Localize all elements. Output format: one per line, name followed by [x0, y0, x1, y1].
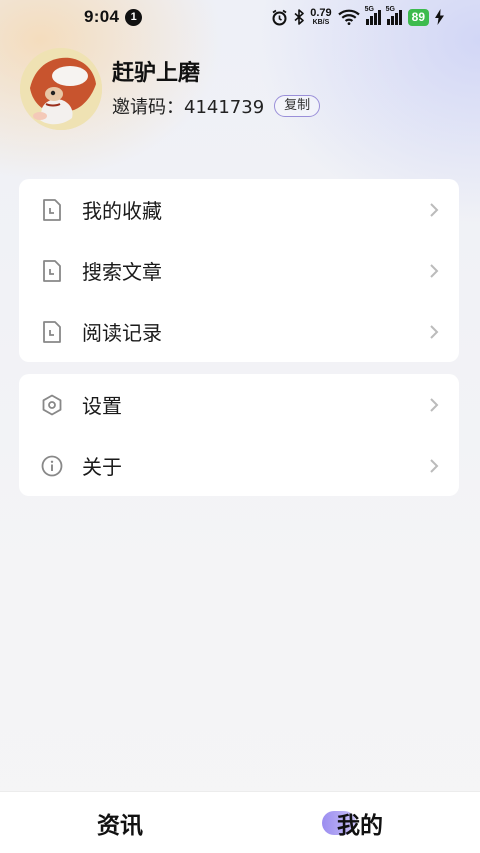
- menu-item-reading-history[interactable]: 阅读记录: [19, 301, 459, 362]
- net-speed: 0.79 KB/S: [310, 7, 332, 27]
- tab-mine[interactable]: 我的: [240, 806, 480, 840]
- net-speed-unit: KB/S: [312, 19, 330, 26]
- status-left: 9:04 1: [84, 7, 143, 27]
- tab-label: 资讯: [97, 812, 143, 839]
- signal-icon: 5G: [364, 6, 381, 25]
- avatar[interactable]: [20, 48, 102, 130]
- menu-label: 关于: [82, 455, 122, 479]
- copy-button[interactable]: 复制: [274, 95, 321, 117]
- invite-code: 邀请码：4141739: [112, 97, 265, 118]
- profile-info: 赶驴上磨 邀请码：4141739 复制: [112, 59, 321, 119]
- charging-icon: [435, 9, 444, 25]
- menu-card-settings: 设置 关于: [19, 374, 459, 496]
- signal-icon: 5G: [385, 6, 402, 25]
- chevron-right-icon: [429, 263, 439, 279]
- menu-item-settings[interactable]: 设置: [19, 374, 459, 435]
- tab-label: 我的: [337, 812, 383, 839]
- status-bar: 9:04 1 0.79 KB/S 5G 5G 89: [0, 0, 480, 34]
- document-icon: [41, 320, 63, 343]
- status-right: 0.79 KB/S 5G 5G 89: [271, 6, 444, 27]
- menu-item-search-articles[interactable]: 搜索文章: [19, 240, 459, 301]
- menu-label: 阅读记录: [82, 321, 162, 345]
- signal-1-tag: 5G: [364, 6, 374, 13]
- bottom-tab-bar: 资讯 我的: [0, 791, 480, 853]
- menu-label: 设置: [82, 394, 122, 418]
- chevron-right-icon: [429, 324, 439, 340]
- document-icon: [41, 198, 63, 221]
- net-speed-value: 0.79: [310, 7, 332, 19]
- menu-label: 我的收藏: [82, 199, 162, 223]
- document-icon: [41, 259, 63, 282]
- invite-row: 邀请码：4141739 复制: [112, 93, 321, 119]
- tab-news[interactable]: 资讯: [0, 806, 240, 840]
- battery-icon: 89: [407, 8, 429, 26]
- alarm-icon: [271, 9, 288, 26]
- chevron-right-icon: [429, 458, 439, 474]
- user-nickname: 赶驴上磨: [112, 61, 201, 86]
- wifi-icon: [337, 9, 360, 25]
- info-circle-icon: [41, 455, 63, 477]
- menu-item-about[interactable]: 关于: [19, 435, 459, 496]
- profile-header: 赶驴上磨 邀请码：4141739 复制: [20, 48, 321, 130]
- bluetooth-icon: [294, 9, 305, 25]
- settings-hexagon-icon: [41, 394, 63, 416]
- signal-2-tag: 5G: [385, 6, 395, 13]
- menu-item-favorites[interactable]: 我的收藏: [19, 179, 459, 240]
- chevron-right-icon: [429, 202, 439, 218]
- status-time: 9:04: [84, 7, 120, 26]
- menu-label: 搜索文章: [82, 260, 162, 284]
- menu-card-content: 我的收藏 搜索文章 阅读记录: [19, 179, 459, 362]
- notification-badge: 1: [125, 8, 143, 26]
- chevron-right-icon: [429, 397, 439, 413]
